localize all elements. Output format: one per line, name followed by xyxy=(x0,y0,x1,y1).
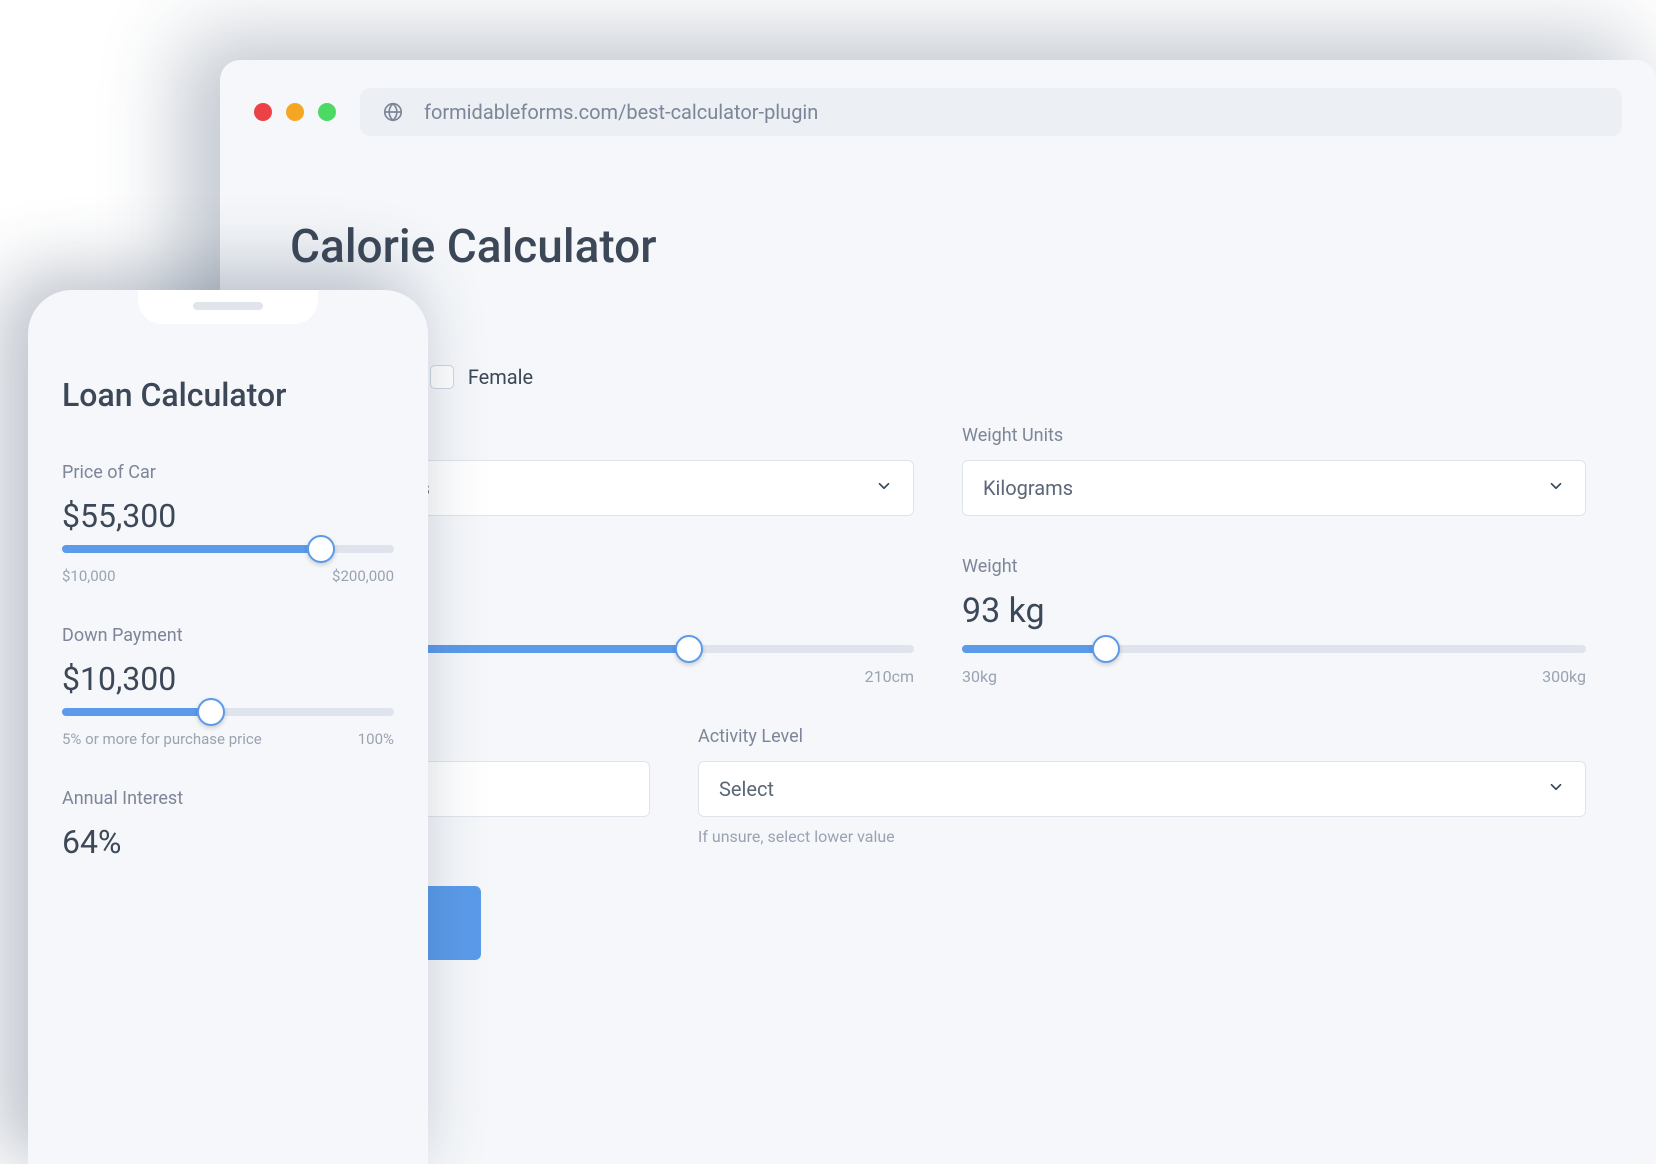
down-payment-label: Down Payment xyxy=(62,625,394,646)
down-payment-min: 5% or more for purchase price xyxy=(62,730,262,748)
close-window-icon[interactable] xyxy=(254,103,272,121)
weight-slider-thumb[interactable] xyxy=(1092,635,1120,663)
price-min: $10,000 xyxy=(62,567,116,585)
chevron-down-icon xyxy=(1547,777,1565,801)
activity-value: Select xyxy=(719,777,774,801)
price-slider-thumb[interactable] xyxy=(307,535,335,563)
weight-units-label: Weight Units xyxy=(962,425,1586,446)
phone-notch xyxy=(138,290,318,324)
height-slider-thumb[interactable] xyxy=(675,635,703,663)
interest-value: 64% xyxy=(62,823,394,861)
minimize-window-icon[interactable] xyxy=(286,103,304,121)
sex-checkbox-group: Male Female xyxy=(290,365,1586,389)
page-title: Calorie Calculator xyxy=(290,220,1586,274)
activity-hint: If unsure, select lower value xyxy=(698,827,1586,846)
window-traffic-lights xyxy=(254,103,336,121)
weight-min: 30kg xyxy=(962,667,997,686)
weight-label: Weight xyxy=(962,556,1586,577)
sex-label: Sex xyxy=(290,330,1586,351)
price-value: $55,300 xyxy=(62,497,394,535)
down-payment-slider-thumb[interactable] xyxy=(197,698,225,726)
weight-slider[interactable] xyxy=(962,645,1586,653)
down-payment-value: $10,300 xyxy=(62,660,394,698)
phone-speaker-icon xyxy=(193,302,263,310)
weight-value: 93 kg xyxy=(962,591,1586,631)
phone-mockup: Loan Calculator Price of Car $55,300 $10… xyxy=(28,290,428,1164)
weight-units-value: Kilograms xyxy=(983,476,1073,500)
browser-page: Calorie Calculator Sex Male xyxy=(220,160,1656,1020)
sex-female-checkbox[interactable]: Female xyxy=(430,365,533,389)
loan-calculator-title: Loan Calculator xyxy=(62,376,394,414)
browser-window: formidableforms.com/best-calculator-plug… xyxy=(220,60,1656,1164)
activity-label: Activity Level xyxy=(698,726,1586,747)
chevron-down-icon xyxy=(875,476,893,500)
height-max: 210cm xyxy=(865,667,914,686)
address-bar[interactable]: formidableforms.com/best-calculator-plug… xyxy=(360,88,1622,136)
address-bar-text: formidableforms.com/best-calculator-plug… xyxy=(424,100,818,124)
fullscreen-window-icon[interactable] xyxy=(318,103,336,121)
chevron-down-icon xyxy=(1547,476,1565,500)
weight-max: 300kg xyxy=(1542,667,1586,686)
price-max: $200,000 xyxy=(332,567,394,585)
price-slider[interactable] xyxy=(62,545,394,553)
price-label: Price of Car xyxy=(62,462,394,483)
down-payment-slider[interactable] xyxy=(62,708,394,716)
activity-select[interactable]: Select xyxy=(698,761,1586,817)
weight-units-select[interactable]: Kilograms xyxy=(962,460,1586,516)
down-payment-max: 100% xyxy=(358,730,394,748)
globe-icon xyxy=(382,101,404,123)
sex-female-label: Female xyxy=(468,365,533,389)
browser-topbar: formidableforms.com/best-calculator-plug… xyxy=(220,60,1656,160)
interest-label: Annual Interest xyxy=(62,788,394,809)
